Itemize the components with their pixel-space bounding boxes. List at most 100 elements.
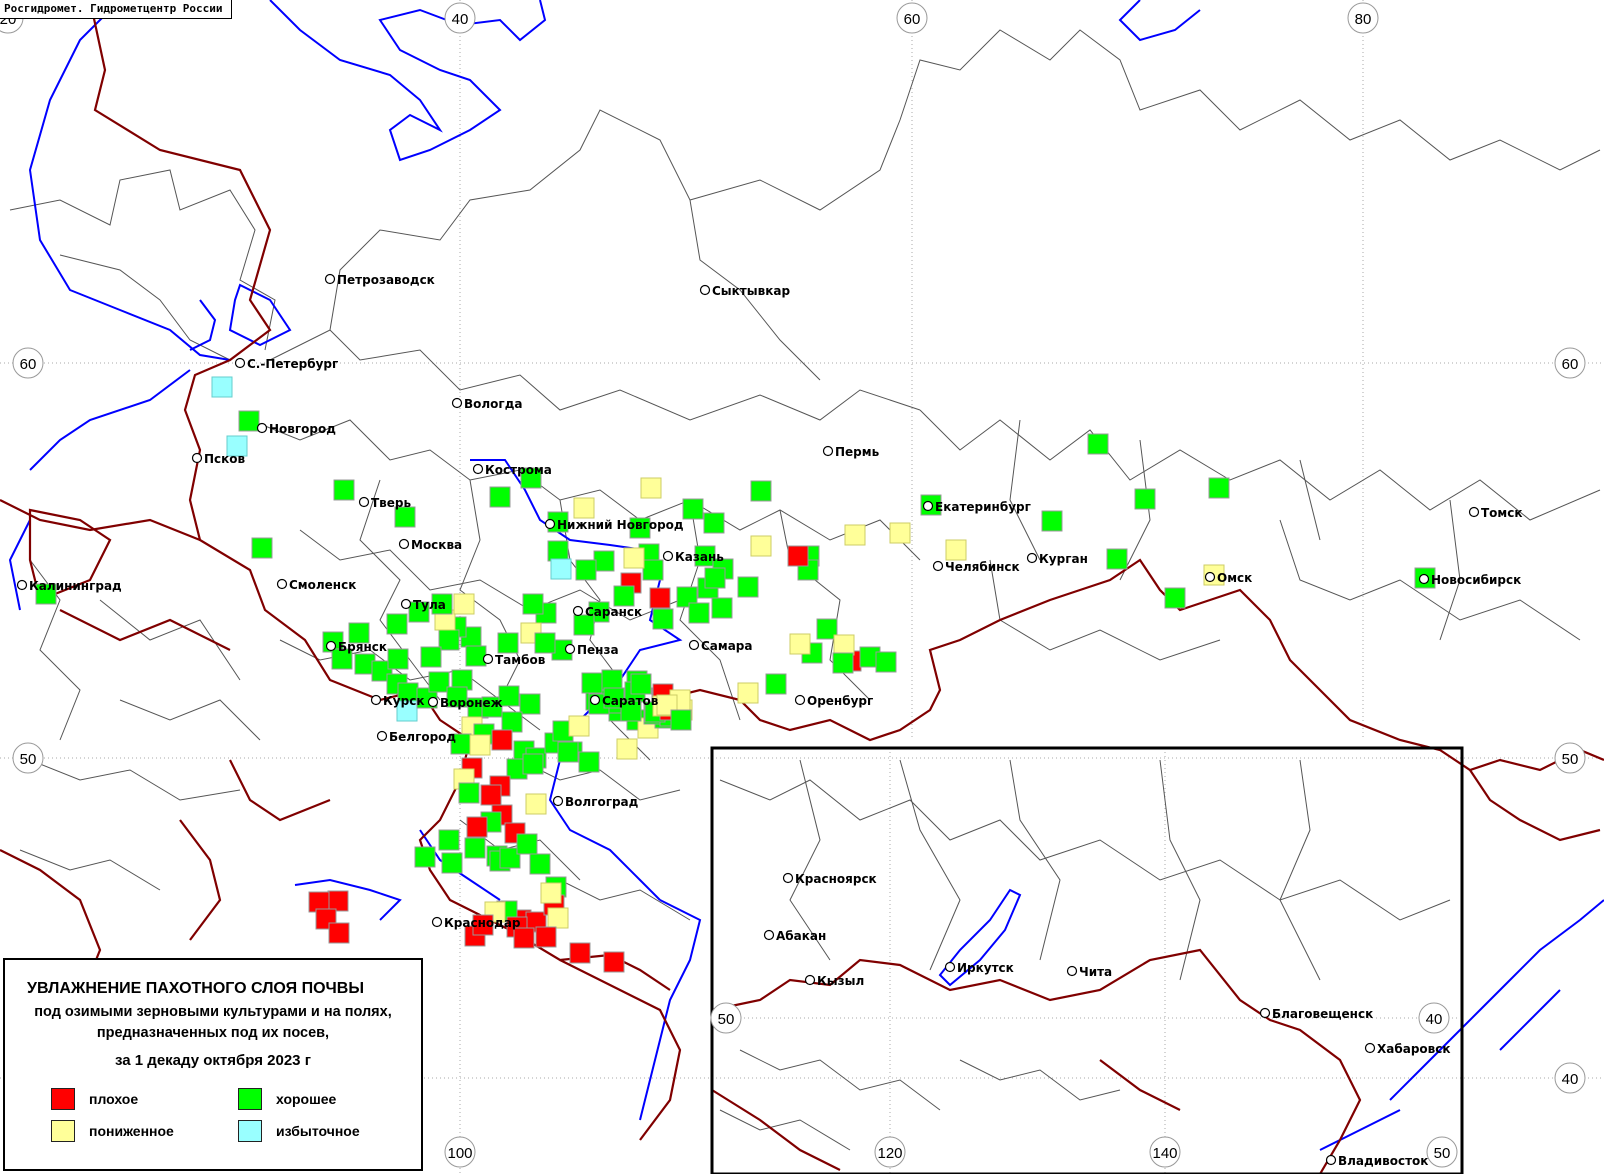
station-marker-reduced xyxy=(833,634,855,656)
station-marker-good xyxy=(438,629,460,651)
city-marker: Новосибирск xyxy=(1418,573,1521,587)
svg-text:120: 120 xyxy=(877,1145,902,1162)
station-marker-good xyxy=(441,852,463,874)
station-marker-good xyxy=(875,651,897,673)
station-marker-good xyxy=(750,480,772,502)
station-marker-good xyxy=(516,833,538,855)
station-marker-poor xyxy=(569,942,591,964)
city-label: Саранск xyxy=(585,605,642,619)
station-marker-reduced xyxy=(616,738,638,760)
svg-text:80: 80 xyxy=(1355,11,1372,28)
station-marker-good xyxy=(652,608,674,630)
svg-text:60: 60 xyxy=(904,11,921,28)
legend-swatch-excess xyxy=(238,1120,262,1142)
city-label: Томск xyxy=(1481,506,1523,520)
svg-text:40: 40 xyxy=(1562,1071,1579,1088)
station-marker-good xyxy=(501,711,523,733)
city-label: Краснодар xyxy=(444,916,521,930)
station-marker-poor xyxy=(491,729,513,751)
city-marker: Белгород xyxy=(376,730,456,744)
station-marker-good xyxy=(465,645,487,667)
legend-subtitle-line-2: предназначенных под их посев, xyxy=(96,1025,330,1041)
station-marker-poor xyxy=(328,922,350,944)
svg-text:50: 50 xyxy=(1434,1145,1451,1162)
city-label: Оренбург xyxy=(807,694,873,708)
station-marker-reduced xyxy=(469,734,491,756)
grid-label: 60 xyxy=(896,2,928,34)
legend-period: за 1 декаду октября 2023 г xyxy=(115,1052,311,1069)
station-marker-good xyxy=(688,602,710,624)
grid-label: 60 xyxy=(12,347,44,379)
legend-swatch-good xyxy=(238,1088,262,1110)
svg-text:50: 50 xyxy=(1562,751,1579,768)
station-marker-good xyxy=(534,632,556,654)
city-label: Екатеринбург xyxy=(935,500,1031,514)
station-marker-good xyxy=(394,506,416,528)
city-label: Смоленск xyxy=(289,578,356,592)
city-label: Казань xyxy=(675,550,724,564)
station-marker-poor xyxy=(649,587,671,609)
svg-text:100: 100 xyxy=(447,1145,472,1162)
station-marker-poor xyxy=(327,890,349,912)
station-marker-good xyxy=(703,512,725,534)
station-marker-good xyxy=(682,498,704,520)
svg-text:140: 140 xyxy=(1152,1145,1177,1162)
station-marker-good xyxy=(238,410,260,432)
station-marker-good xyxy=(420,646,442,668)
station-marker-good xyxy=(529,853,551,875)
station-marker-poor xyxy=(535,926,557,948)
city-label: Курган xyxy=(1039,552,1088,566)
station-marker-good xyxy=(464,837,486,859)
station-marker-good xyxy=(251,537,273,559)
station-marker-reduced xyxy=(750,535,772,557)
city-label: Чита xyxy=(1079,965,1112,979)
station-marker-good xyxy=(575,559,597,581)
legend-label-excess: избыточное xyxy=(276,1123,360,1139)
station-marker-reduced xyxy=(540,882,562,904)
station-marker-good xyxy=(593,550,615,572)
station-marker-good xyxy=(428,671,450,693)
city-label: Саратов xyxy=(602,694,659,708)
city-label: Самара xyxy=(701,639,753,653)
city-label: Псков xyxy=(204,452,246,466)
credit-label: Росгидромет. Гидрометцентр России xyxy=(0,0,232,19)
svg-text:60: 60 xyxy=(1562,356,1579,373)
city-label: Тула xyxy=(413,598,446,612)
city-label: Нижний Новгород xyxy=(557,518,684,532)
station-marker-good xyxy=(522,753,544,775)
station-marker-reduced xyxy=(889,522,911,544)
station-marker-good xyxy=(630,673,652,695)
grid-label: 40 xyxy=(1554,1062,1586,1094)
station-marker-good xyxy=(519,693,541,715)
city-label: Пенза xyxy=(577,643,619,657)
grid-label: 120 xyxy=(874,1136,906,1168)
station-marker-excess xyxy=(211,376,233,398)
station-marker-good xyxy=(489,486,511,508)
city-marker: Сыктывкар xyxy=(699,284,790,298)
grid-label: 140 xyxy=(1149,1136,1181,1168)
grid-label: 50 xyxy=(1554,742,1586,774)
city-marker: Хабаровск xyxy=(1364,1042,1451,1056)
city-marker: Благовещенск xyxy=(1259,1007,1373,1021)
station-marker-good xyxy=(578,751,600,773)
station-marker-good xyxy=(613,585,635,607)
legend: УВЛАЖНЕНИЕ ПАХОТНОГО СЛОЯ ПОЧВЫ под озим… xyxy=(3,958,423,1171)
city-marker: Волгоград xyxy=(552,795,639,809)
legend-item-poor: плохое xyxy=(51,1088,138,1110)
station-marker-good xyxy=(458,782,480,804)
svg-text:40: 40 xyxy=(1426,1011,1443,1028)
station-marker-good xyxy=(704,567,726,589)
city-marker: Смоленск xyxy=(276,578,356,592)
city-label: Петрозаводск xyxy=(337,273,435,287)
station-marker-good xyxy=(765,673,787,695)
svg-text:40: 40 xyxy=(452,11,469,28)
svg-text:50: 50 xyxy=(20,751,37,768)
city-label: Москва xyxy=(411,538,462,552)
city-label: Хабаровск xyxy=(1377,1042,1451,1056)
grid-label: 50 xyxy=(710,1002,742,1034)
station-marker-poor xyxy=(787,545,809,567)
station-marker-good xyxy=(386,613,408,635)
station-marker-excess xyxy=(550,558,572,580)
city-marker: Челябинск xyxy=(932,560,1020,574)
city-label: Тамбов xyxy=(495,653,546,667)
